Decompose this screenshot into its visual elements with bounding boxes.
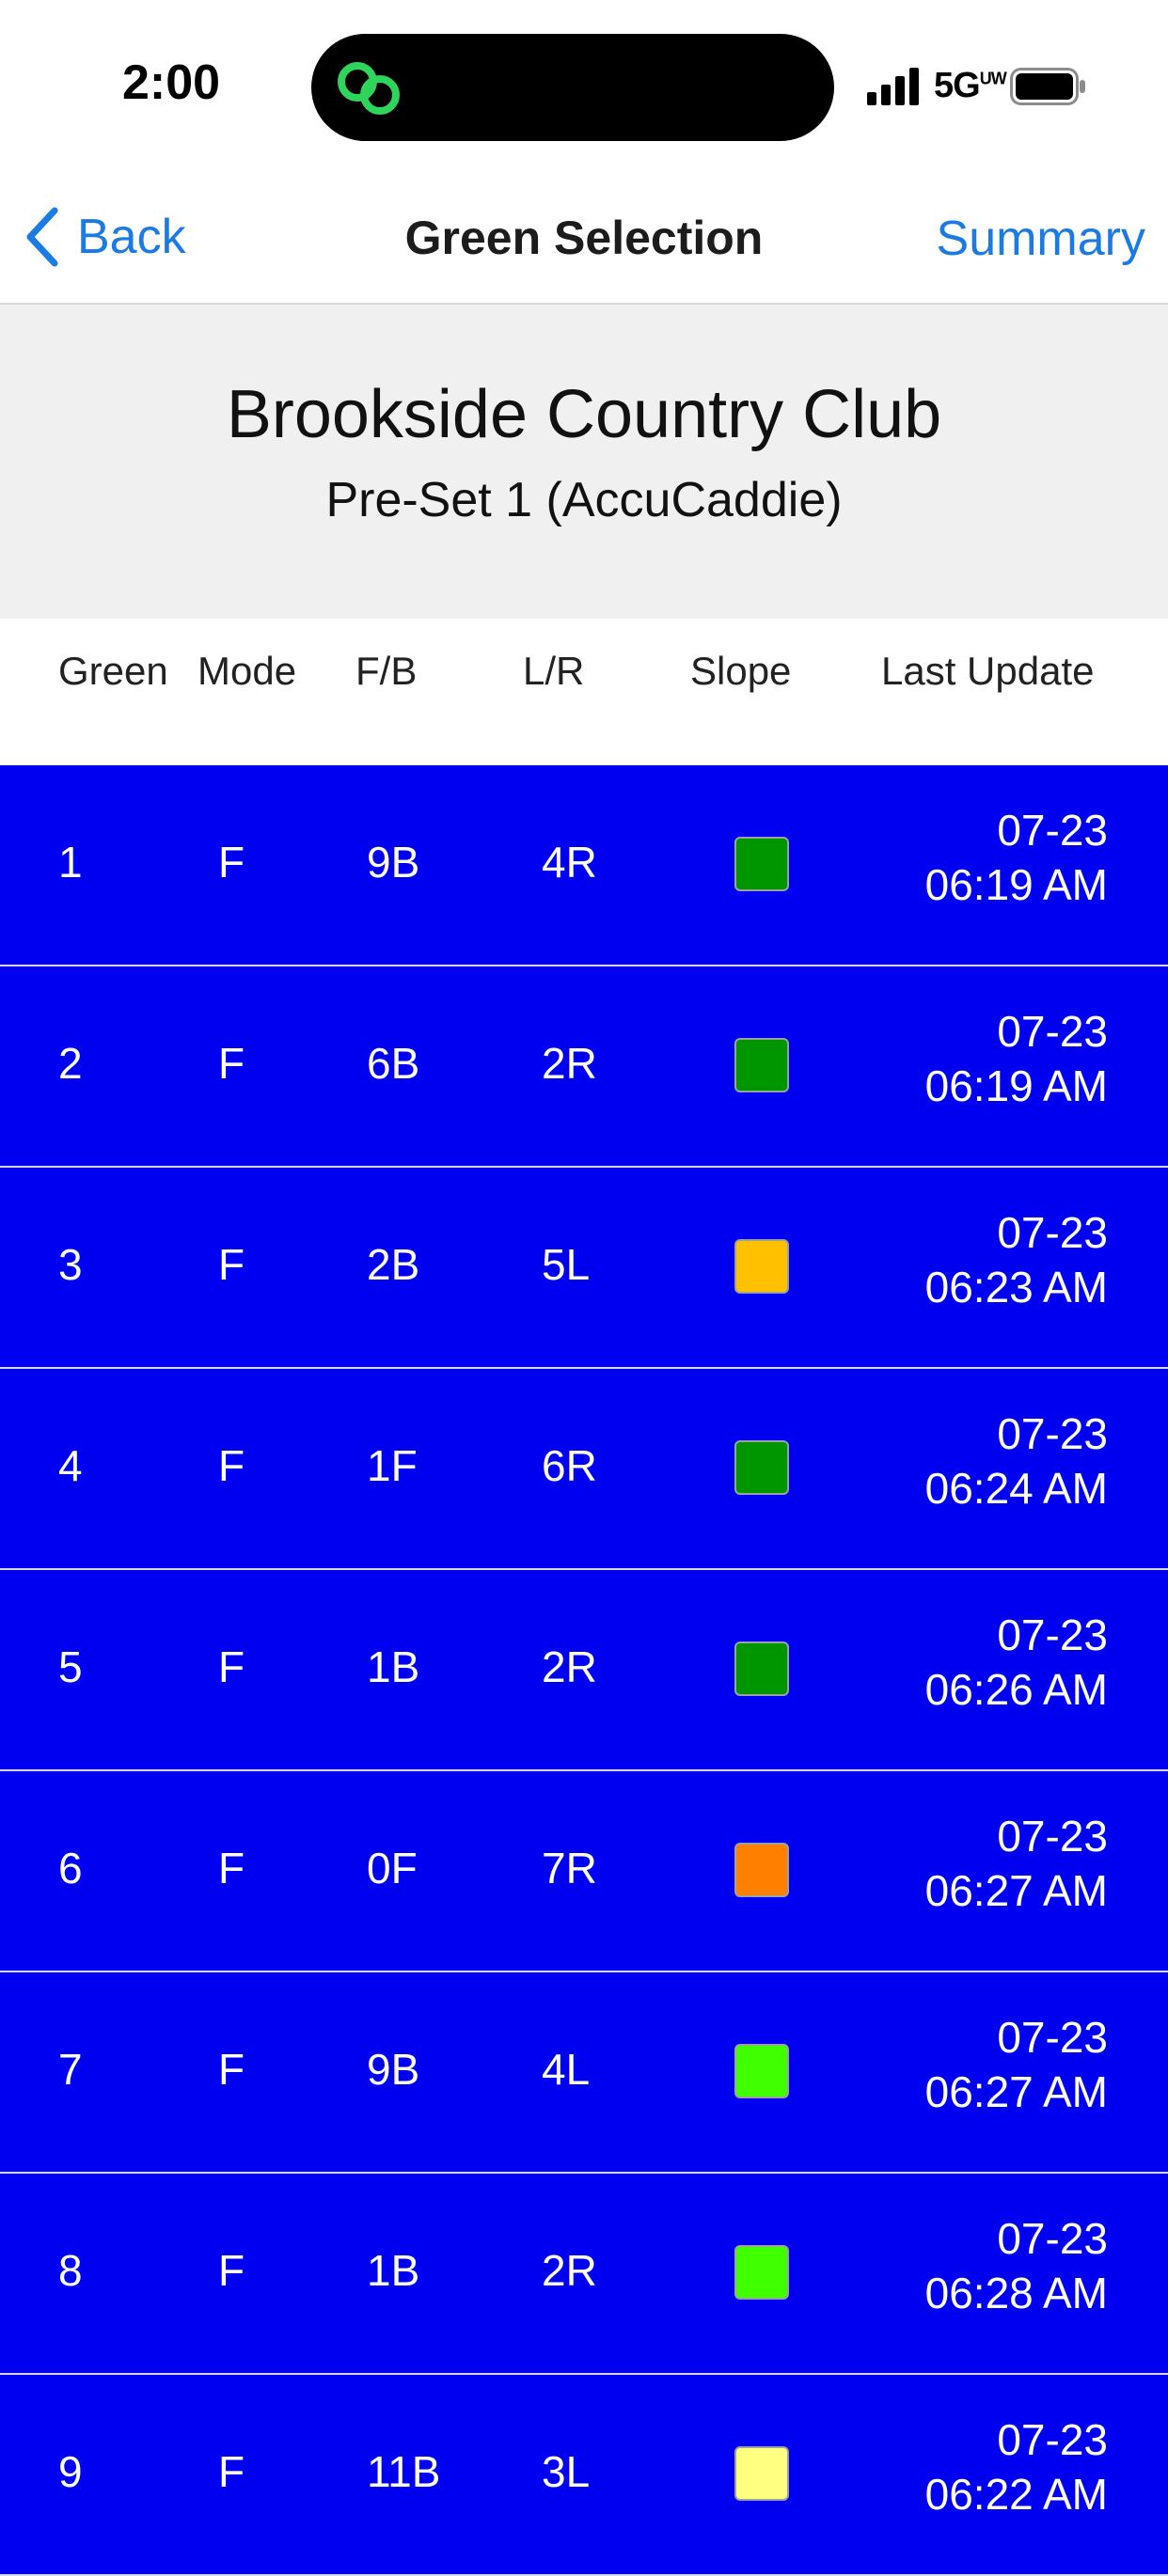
navigation-bar: Back Green Selection Summary bbox=[0, 169, 1168, 305]
slope-indicator bbox=[734, 2446, 789, 2501]
slope-indicator bbox=[734, 1440, 789, 1495]
mode-value: F bbox=[218, 2447, 245, 2496]
update-time: 06:19 AM bbox=[924, 1061, 1108, 1110]
slope-indicator bbox=[734, 1239, 789, 1294]
summary-button[interactable]: Summary bbox=[937, 211, 1145, 267]
left-right-value: 4L bbox=[542, 2045, 591, 2094]
update-time: 06:22 AM bbox=[924, 2470, 1108, 2519]
front-back-value: 6B bbox=[367, 1039, 420, 1088]
table-row[interactable]: 9 F 11B 3L 07-23 06:22 AM bbox=[0, 2375, 1168, 2576]
front-back-value: 1B bbox=[367, 2246, 420, 2295]
column-header-fb: F/B bbox=[355, 649, 418, 693]
table-row[interactable]: 6 F 0F 7R 07-23 06:27 AM bbox=[0, 1771, 1168, 1972]
preset-name: Pre-Set 1 (AccuCaddie) bbox=[325, 473, 843, 527]
green-number: 1 bbox=[58, 838, 83, 887]
status-time: 2:00 bbox=[122, 55, 221, 110]
green-number: 4 bbox=[58, 1441, 83, 1490]
table-row[interactable]: 2 F 6B 2R 07-23 06:19 AM bbox=[0, 966, 1168, 1168]
update-date: 07-23 bbox=[997, 1610, 1108, 1659]
green-number: 7 bbox=[58, 2045, 83, 2094]
slope-indicator bbox=[734, 1641, 789, 1696]
update-date: 07-23 bbox=[997, 1812, 1108, 1861]
update-date: 07-23 bbox=[997, 2214, 1108, 2263]
back-label: Back bbox=[77, 210, 186, 264]
update-date: 07-23 bbox=[997, 2013, 1108, 2062]
column-header-slope: Slope bbox=[690, 649, 792, 693]
course-name: Brookside Country Club bbox=[226, 377, 942, 452]
update-time: 06:24 AM bbox=[924, 1464, 1108, 1513]
column-header-lr: L/R bbox=[523, 649, 585, 693]
update-date: 07-23 bbox=[997, 1208, 1108, 1257]
battery-icon bbox=[1010, 68, 1085, 105]
course-header: Brookside Country Club Pre-Set 1 (AccuCa… bbox=[0, 305, 1168, 619]
green-number: 9 bbox=[58, 2447, 83, 2496]
update-time: 06:23 AM bbox=[924, 1263, 1108, 1312]
mode-value: F bbox=[218, 1844, 245, 1893]
update-time: 06:19 AM bbox=[924, 860, 1108, 909]
status-bar: 2:00 5GUW bbox=[0, 0, 1168, 169]
table-row[interactable]: 7 F 9B 4L 07-23 06:27 AM bbox=[0, 1972, 1168, 2174]
mode-value: F bbox=[218, 1642, 245, 1691]
left-right-value: 2R bbox=[542, 2246, 597, 2295]
left-right-value: 2R bbox=[542, 1642, 597, 1691]
column-header-green: Green bbox=[58, 649, 168, 693]
dynamic-island[interactable] bbox=[311, 34, 834, 141]
chevron-left-icon bbox=[26, 207, 58, 267]
update-date: 07-23 bbox=[997, 806, 1108, 855]
network-indicator: 5GUW bbox=[934, 66, 1007, 105]
green-number: 8 bbox=[58, 2246, 83, 2295]
mode-value: F bbox=[218, 1240, 245, 1289]
table-row[interactable]: 1 F 9B 4R 07-23 06:19 AM bbox=[0, 765, 1168, 966]
update-date: 07-23 bbox=[997, 1409, 1108, 1458]
update-time: 06:26 AM bbox=[924, 1665, 1108, 1714]
greens-list: 1 F 9B 4R 07-23 06:19 AM 2 F 6B 2R 07-23… bbox=[0, 765, 1168, 2576]
table-row[interactable]: 5 F 1B 2R 07-23 06:26 AM bbox=[0, 1570, 1168, 1771]
table-row[interactable]: 8 F 1B 2R 07-23 06:28 AM bbox=[0, 2174, 1168, 2375]
front-back-value: 11B bbox=[367, 2447, 441, 2496]
mode-value: F bbox=[218, 1441, 245, 1490]
green-number: 6 bbox=[58, 1844, 83, 1893]
slope-indicator bbox=[734, 1843, 789, 1897]
slope-indicator bbox=[734, 2044, 789, 2098]
left-right-value: 7R bbox=[542, 1844, 597, 1893]
mode-value: F bbox=[218, 1039, 245, 1088]
back-button[interactable]: Back bbox=[23, 207, 186, 267]
front-back-value: 1B bbox=[367, 1642, 420, 1691]
slope-indicator bbox=[734, 2245, 789, 2300]
update-time: 06:28 AM bbox=[924, 2269, 1108, 2317]
app-activity-icon bbox=[338, 62, 400, 115]
left-right-value: 5L bbox=[542, 1240, 591, 1289]
column-header-mode: Mode bbox=[197, 649, 297, 693]
slope-indicator bbox=[734, 837, 789, 891]
front-back-value: 1F bbox=[367, 1441, 418, 1490]
front-back-value: 2B bbox=[367, 1240, 420, 1289]
table-header: Green Mode F/B L/R Slope Last Update bbox=[0, 619, 1168, 765]
mode-value: F bbox=[218, 2246, 245, 2295]
left-right-value: 3L bbox=[542, 2447, 591, 2496]
left-right-value: 4R bbox=[542, 838, 597, 887]
table-row[interactable]: 4 F 1F 6R 07-23 06:24 AM bbox=[0, 1369, 1168, 1570]
front-back-value: 0F bbox=[367, 1844, 418, 1893]
update-time: 06:27 AM bbox=[924, 2067, 1108, 2116]
front-back-value: 9B bbox=[367, 2045, 420, 2094]
update-date: 07-23 bbox=[997, 2415, 1108, 2464]
front-back-value: 9B bbox=[367, 838, 420, 887]
mode-value: F bbox=[218, 838, 245, 887]
update-time: 06:27 AM bbox=[924, 1866, 1108, 1915]
update-date: 07-23 bbox=[997, 1007, 1108, 1056]
table-row[interactable]: 3 F 2B 5L 07-23 06:23 AM bbox=[0, 1168, 1168, 1369]
green-number: 5 bbox=[58, 1642, 83, 1691]
left-right-value: 6R bbox=[542, 1441, 597, 1490]
column-header-last-update: Last Update bbox=[881, 649, 1095, 693]
green-number: 2 bbox=[58, 1039, 83, 1088]
left-right-value: 2R bbox=[542, 1039, 597, 1088]
slope-indicator bbox=[734, 1038, 789, 1092]
mode-value: F bbox=[218, 2045, 245, 2094]
signal-bars-icon bbox=[867, 68, 919, 105]
green-number: 3 bbox=[58, 1240, 83, 1289]
